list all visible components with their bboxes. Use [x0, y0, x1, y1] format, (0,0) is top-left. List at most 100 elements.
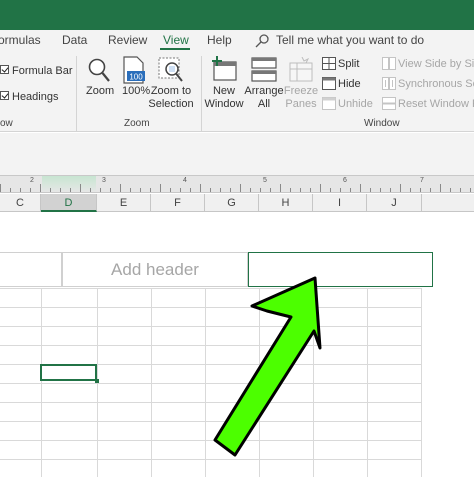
tab-view[interactable]: View [163, 33, 189, 47]
column-header-f[interactable]: F [151, 194, 205, 212]
tab-data[interactable]: Data [62, 33, 87, 47]
worksheet-grid[interactable] [0, 288, 422, 477]
zoom-label: Zoom [86, 85, 115, 97]
ruler-tick [170, 188, 171, 192]
ruler-tick [430, 188, 431, 192]
new-window-label-2: Window [204, 98, 244, 110]
header-left-section[interactable] [0, 252, 62, 287]
ruler-tick [10, 188, 11, 192]
ruler-tick [360, 184, 361, 192]
grid-row-line [0, 326, 422, 327]
arrange-all-icon [251, 57, 277, 82]
ruler-tick [160, 184, 161, 192]
page-top-margin [0, 212, 474, 252]
header-center-section[interactable]: Add header [62, 252, 248, 287]
sync-scroll-icon [382, 77, 396, 90]
hundred-percent-label: 100% [122, 85, 151, 97]
column-header-d[interactable]: D [41, 194, 97, 212]
ruler-tick [240, 184, 241, 192]
ribbon-tabs: ormulas Data Review View Help Tell me wh… [0, 30, 474, 52]
formula-bar-checkbox[interactable] [0, 65, 9, 74]
active-cell[interactable] [40, 364, 99, 383]
separator [201, 117, 202, 131]
column-header-c[interactable]: C [0, 194, 41, 212]
100-percent-icon: 100 [123, 56, 145, 84]
ruler-number: 7 [420, 177, 424, 184]
hundred-badge-text: 100 [129, 73, 143, 82]
tab-formulas[interactable]: ormulas [0, 33, 41, 47]
ruler-number: 4 [183, 177, 187, 184]
ruler-tick [150, 188, 151, 192]
ruler-number: 2 [30, 177, 34, 184]
ruler-tick [220, 188, 221, 192]
grid-row-line [0, 421, 422, 422]
headings-label: Headings [12, 91, 59, 103]
grid-row-line [0, 307, 422, 308]
ruler-tick [330, 188, 331, 192]
ruler-tick [80, 184, 81, 192]
ruler-tick [260, 188, 261, 192]
ruler-tick [210, 188, 211, 192]
arrange-all-label-1: Arrange [244, 85, 284, 97]
formula-bar-label: Formula Bar [12, 65, 73, 77]
ruler-tick [470, 188, 471, 192]
ruler-tick [20, 188, 21, 192]
grid-row-line [0, 402, 422, 403]
column-header-g[interactable]: G [205, 194, 259, 212]
zoom-to-selection-label-2: Selection [148, 98, 194, 110]
ruler-tick [200, 184, 201, 192]
zoom-group-label: Zoom [124, 118, 150, 129]
separator [201, 56, 202, 126]
column-header-i[interactable]: I [313, 194, 367, 212]
ruler-tick [370, 188, 371, 192]
ruler-tick [320, 184, 321, 192]
freeze-panes-label-2: Panes [285, 98, 317, 110]
ruler-tick [350, 188, 351, 192]
grid-row-line [0, 345, 422, 346]
formula-strip [0, 133, 474, 175]
ruler-tick [440, 184, 441, 192]
ruler-tick [180, 188, 181, 192]
view-side-by-side-label: View Side by Side [398, 58, 474, 70]
ruler-tick [290, 188, 291, 192]
ruler-tick [60, 188, 61, 192]
ruler-number: 6 [343, 177, 347, 184]
reset-position-icon [382, 97, 396, 110]
ruler-tick [390, 188, 391, 192]
freeze-panes-label-1: Freeze [283, 85, 319, 97]
ruler-tick [120, 184, 121, 192]
synchronous-scrolling-label: Synchronous Scro [398, 78, 474, 90]
unhide-icon [322, 97, 336, 110]
column-header-j[interactable]: J [367, 194, 422, 212]
hide-icon [322, 77, 336, 90]
magnifier-icon [88, 58, 110, 82]
column-header-h[interactable]: H [259, 194, 313, 212]
window-group-label: Window [364, 118, 400, 129]
ruler-tick [230, 188, 231, 192]
grid-row-line [0, 459, 422, 460]
zoom-selection-icon [158, 57, 183, 82]
header-right-section[interactable] [248, 252, 433, 287]
ruler-number: 3 [102, 177, 106, 184]
horizontal-ruler: 2 3 4 5 6 7 [0, 175, 474, 193]
hide-label: Hide [338, 78, 361, 90]
new-window-icon [212, 56, 237, 81]
grid-row-line [0, 383, 422, 384]
ruler-tick [130, 188, 131, 192]
column-header-e[interactable]: E [97, 194, 151, 212]
side-by-side-icon [382, 57, 396, 70]
headings-checkbox[interactable] [0, 91, 9, 100]
grid-row-line [0, 288, 422, 289]
ruler-tick [400, 184, 401, 192]
ruler-tick [90, 188, 91, 192]
add-header-placeholder: Add header [111, 260, 199, 279]
ruler-tick [300, 188, 301, 192]
ruler-tick [340, 188, 341, 192]
ruler-tick [310, 188, 311, 192]
ruler-tick [380, 188, 381, 192]
grid-row-line [0, 440, 422, 441]
tab-review[interactable]: Review [108, 33, 147, 47]
tab-help[interactable]: Help [207, 33, 232, 47]
separator [76, 56, 77, 126]
split-icon [322, 57, 336, 70]
